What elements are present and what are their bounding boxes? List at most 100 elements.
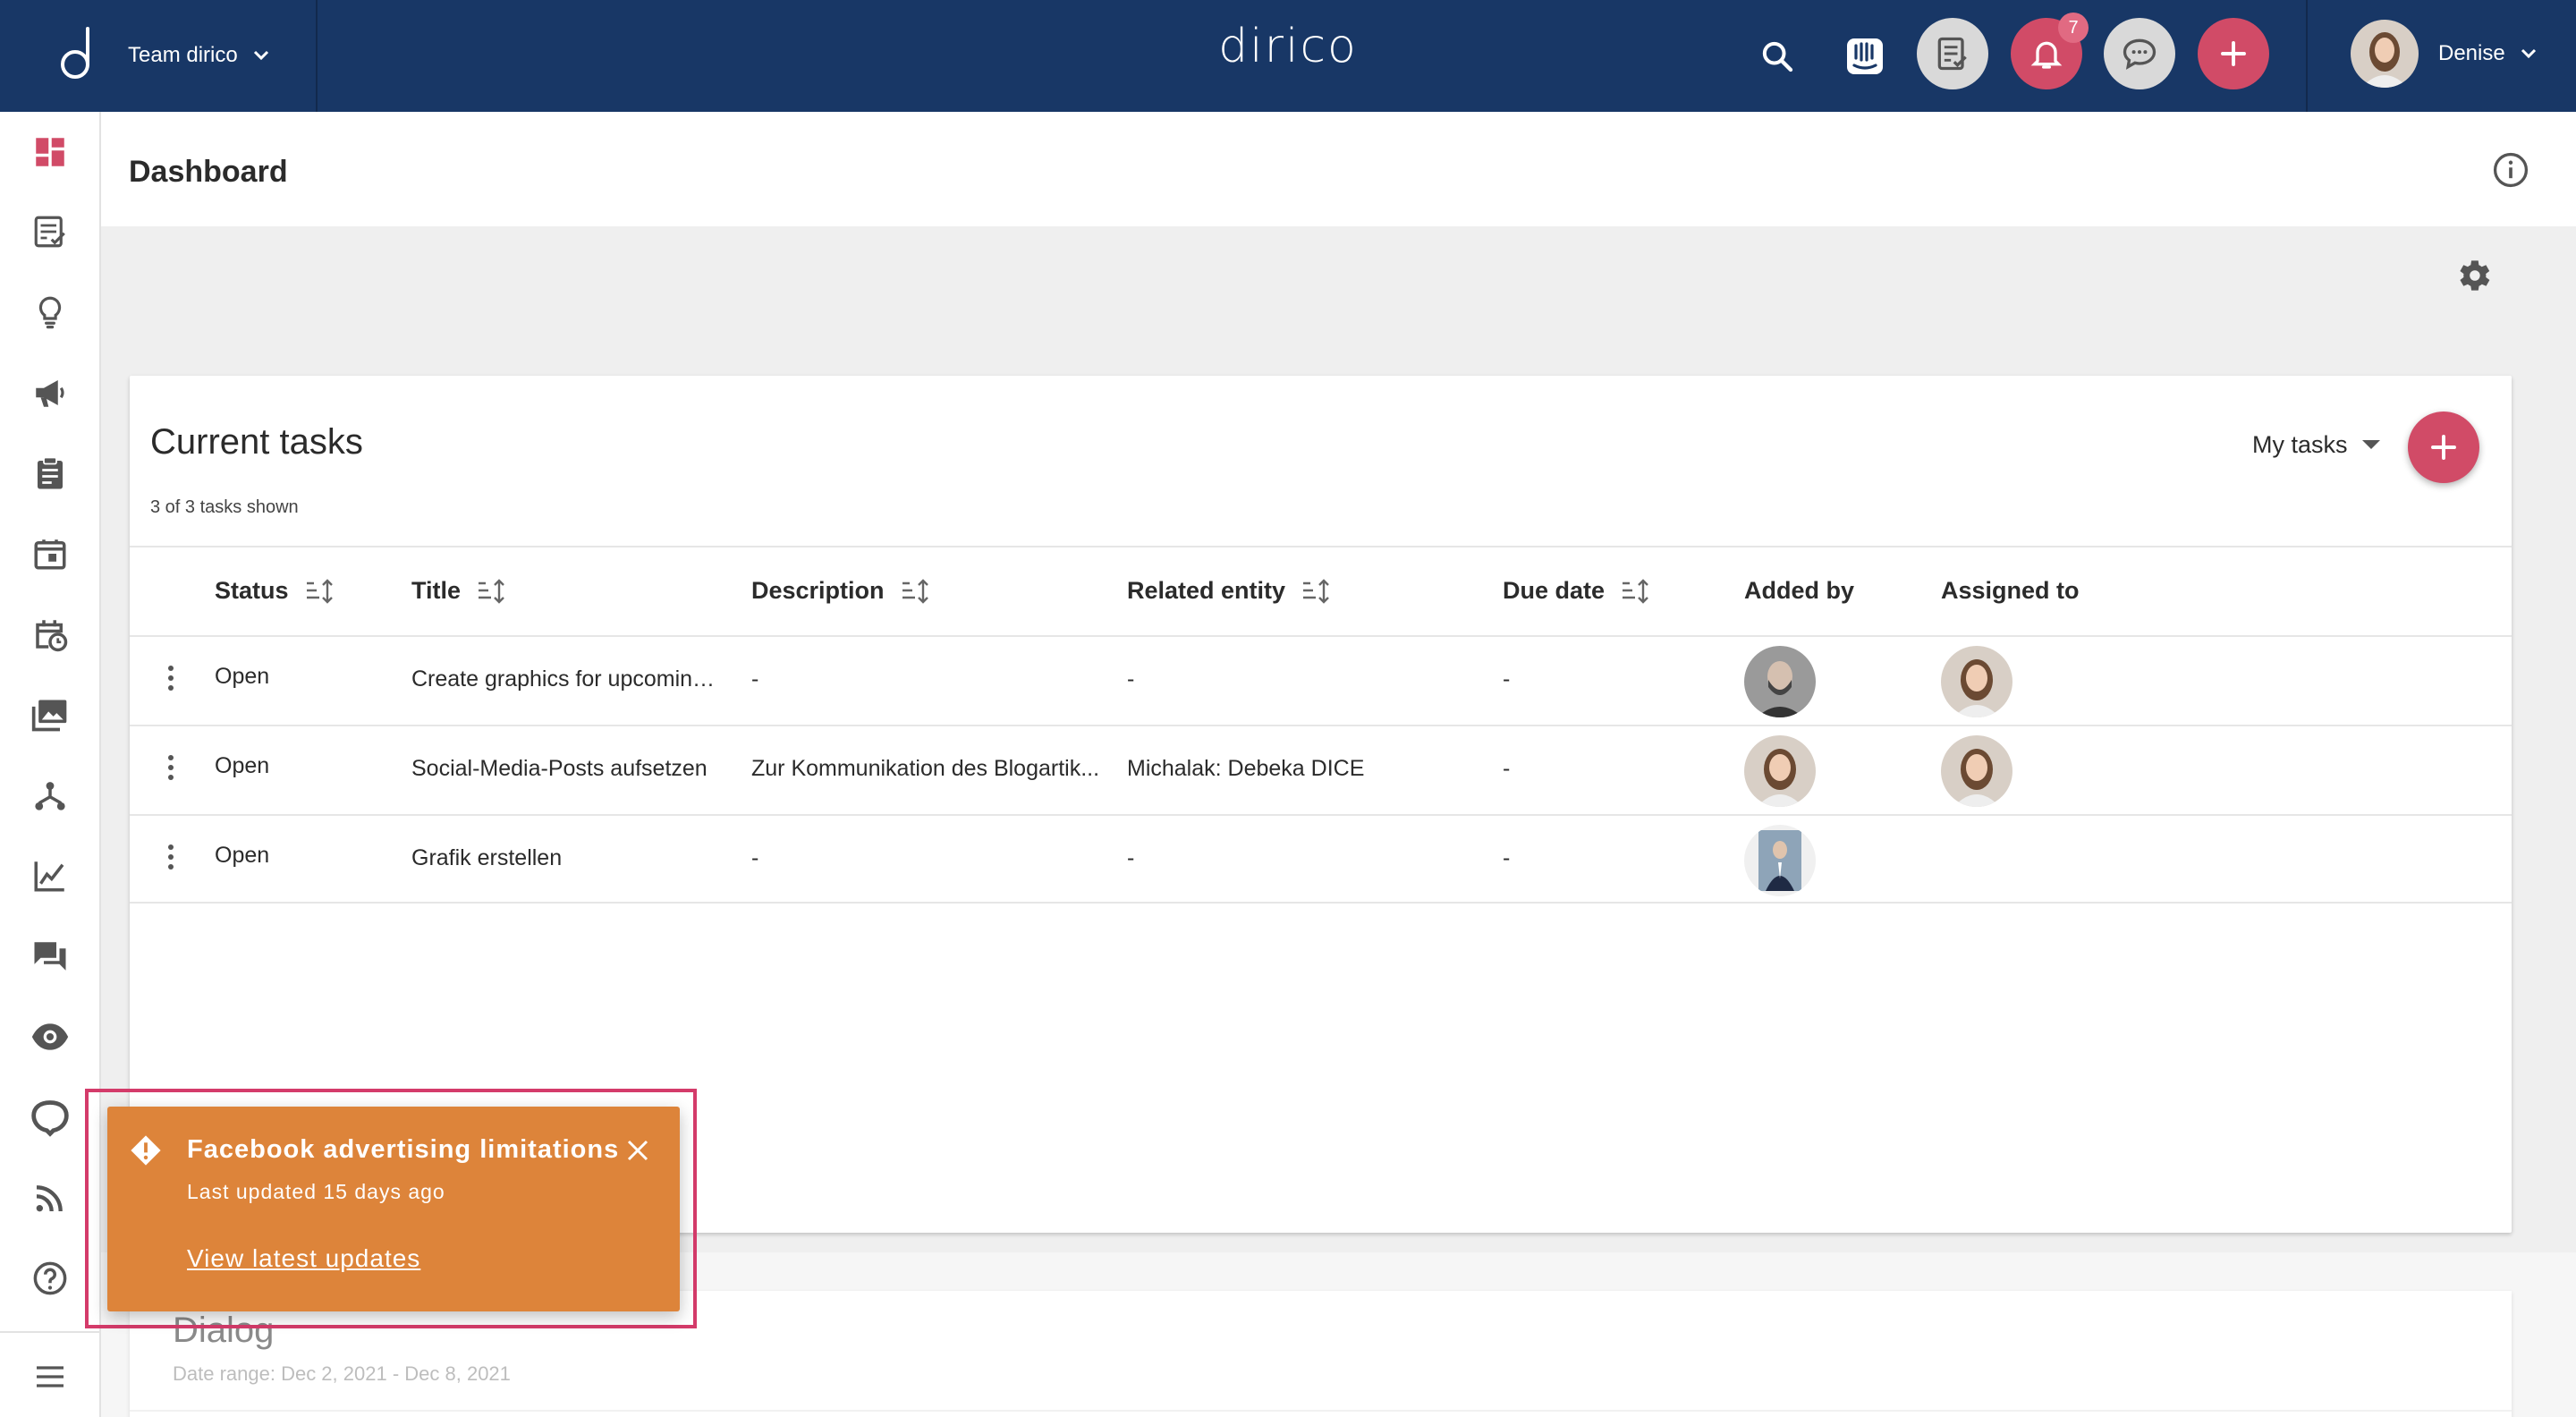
column-header-related-entity[interactable]: Related entity [1127,577,1334,605]
intercom-button[interactable] [1843,34,1887,79]
messages-button[interactable] [2104,18,2175,89]
sort-icon[interactable] [1621,578,1653,605]
sidebar-item-ideas[interactable] [23,285,77,339]
card-divider [130,1410,2512,1412]
sort-icon[interactable] [477,578,509,605]
task-related-entity: - [1127,845,1135,870]
user-menu[interactable]: Denise [2351,20,2539,88]
row-menu-icon[interactable] [165,844,176,877]
sidebar-item-monitoring[interactable] [23,1010,77,1064]
view-updates-link[interactable]: View latest updates [187,1244,420,1273]
page-header: Dashboard [101,112,2576,226]
menu-icon [37,1366,64,1387]
sidebar-item-dialog[interactable] [23,929,77,983]
task-filter-dropdown[interactable]: My tasks [2252,431,2380,459]
task-description: - [751,845,759,870]
task-due-date: - [1503,666,1511,692]
toast-title: Facebook advertising limitations [187,1135,620,1164]
assigned-to-avatar[interactable] [1941,646,2012,717]
row-menu-icon[interactable] [165,666,176,698]
user-avatar [2351,20,2419,88]
sidebar-item-schedule[interactable] [23,607,77,661]
plus-icon [2221,41,2246,66]
added-by-avatar[interactable] [1744,825,1816,896]
task-due-date: - [1503,845,1511,870]
column-header-due-date[interactable]: Due date [1503,577,1653,605]
network-icon [31,1100,69,1137]
task-title[interactable]: Create graphics for upcoming ... [411,666,724,692]
column-header-added-by: Added by [1744,577,1854,605]
sidebar-item-feeds[interactable] [23,1171,77,1225]
topbar-divider [2306,0,2308,112]
sort-icon[interactable] [1301,578,1334,605]
sidebar-item-campaigns[interactable] [23,366,77,420]
task-related-entity[interactable]: Michalak: Debeka DICE [1127,756,1485,782]
table-row[interactable]: Open Grafik erstellen - - - [130,814,2512,904]
plus-icon [2431,435,2456,460]
column-header-status[interactable]: Status [215,577,337,605]
team-selector[interactable]: Team dirico [128,36,272,75]
table-row[interactable]: Open Create graphics for upcoming ... - … [130,635,2512,725]
column-header-title[interactable]: Title [411,577,509,605]
team-selector-label: Team dirico [128,43,238,67]
tasks-quick-button[interactable] [1917,18,1988,89]
page-title: Dashboard [129,155,288,189]
sidebar-item-tasks[interactable] [23,205,77,259]
search-button[interactable] [1755,34,1800,79]
warning-icon [131,1135,161,1166]
added-by-avatar[interactable] [1744,646,1816,717]
checklist-icon [34,216,65,248]
sidebar-item-media[interactable] [23,688,77,742]
close-button[interactable] [624,1137,651,1168]
analytics-icon [34,861,64,892]
close-icon [627,1140,648,1161]
sort-icon[interactable] [901,578,933,605]
eye-icon [31,1023,69,1050]
column-header-assigned-to: Assigned to [1941,577,2080,605]
notifications-count-badge: 7 [2058,13,2089,43]
card-title: Current tasks [150,422,363,462]
date-range-label: Date range: Dec 2, 2021 - Dec 8, 2021 [173,1362,511,1385]
search-icon [1762,41,1793,72]
dirico-logo-icon[interactable] [55,23,100,86]
chat-bubble-icon [2123,38,2157,70]
sidebar-toggle-button[interactable] [23,1350,77,1404]
column-header-description[interactable]: Description [751,577,933,605]
task-title[interactable]: Grafik erstellen [411,845,733,871]
topbar-divider [316,0,318,112]
sidebar-item-analytics[interactable] [23,849,77,903]
sidebar-item-help[interactable] [23,1252,77,1305]
dashboard-settings-button[interactable] [2453,255,2494,301]
added-by-avatar[interactable] [1744,735,1816,807]
create-button[interactable] [2198,18,2269,89]
column-label: Status [215,577,289,604]
task-title[interactable]: Social-Media-Posts aufsetzen [411,756,733,782]
sidebar-item-calendar[interactable] [23,527,77,581]
table-row[interactable]: Open Social-Media-Posts aufsetzen Zur Ko… [130,725,2512,814]
chat-icon [34,942,66,971]
row-menu-icon[interactable] [165,755,176,787]
assigned-to-avatar[interactable] [1941,735,2012,807]
sidebar-item-structure[interactable] [23,768,77,822]
column-label: Assigned to [1941,577,2080,604]
add-task-button[interactable] [2408,412,2479,483]
facebook-limitations-toast: Facebook advertising limitations Last up… [107,1107,680,1311]
column-label: Title [411,577,462,604]
help-icon [33,1261,67,1295]
clipboard-icon [38,456,63,489]
tasks-count-label: 3 of 3 tasks shown [150,497,299,517]
sidebar-item-network[interactable] [23,1090,77,1144]
sidebar-item-briefings[interactable] [23,446,77,500]
top-navigation-bar: Team dirico dirico 7 Denise [0,0,2576,112]
chevron-down-icon [2521,48,2536,59]
hierarchy-icon [35,782,65,810]
megaphone-icon [36,380,64,407]
sidebar-item-dashboard[interactable] [23,125,77,179]
rss-icon [36,1185,63,1212]
bell-icon [2030,41,2063,69]
task-related-entity: - [1127,666,1135,692]
info-button[interactable] [2491,150,2530,194]
table-divider [130,546,2512,547]
task-status: Open [215,753,270,778]
sort-icon[interactable] [305,578,337,605]
